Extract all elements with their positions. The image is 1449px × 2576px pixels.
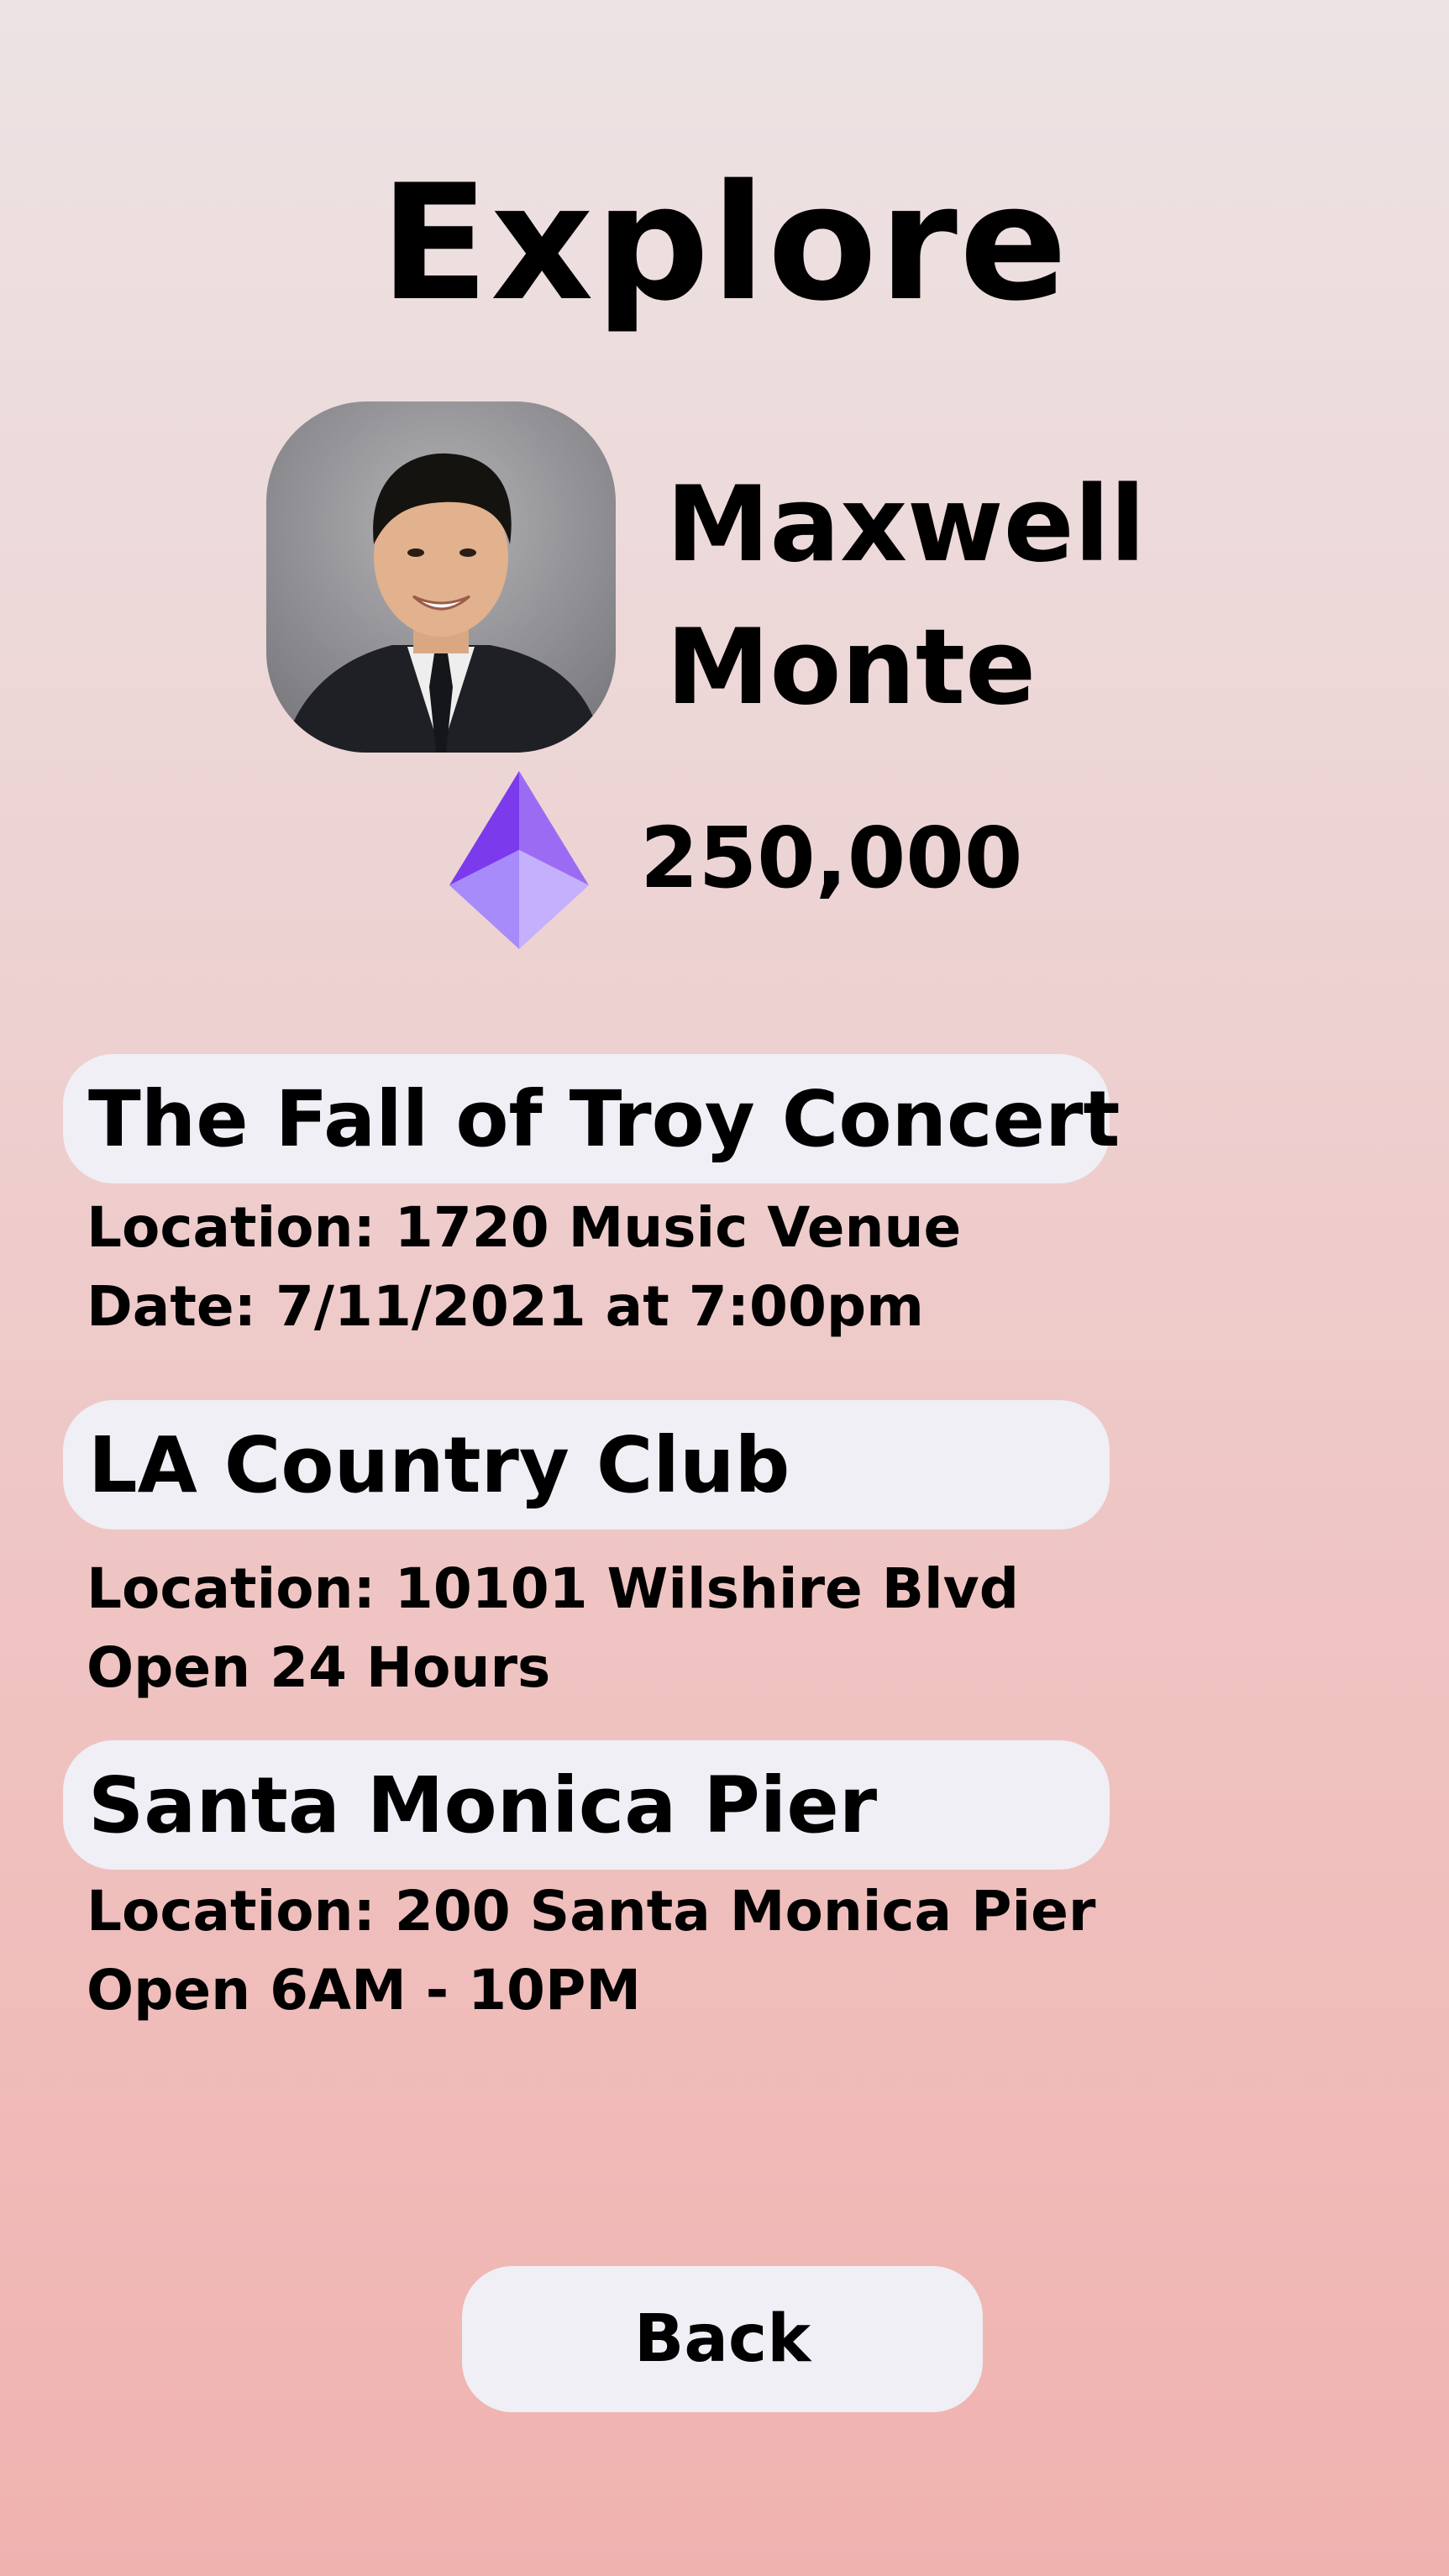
place-hours: Open 24 Hours	[87, 1635, 551, 1700]
place-title-button[interactable]: LA Country Club	[63, 1400, 1110, 1529]
user-last-name: Monte	[666, 607, 1037, 728]
place-details: Location: 10101 Wilshire Blvd Open 24 Ho…	[87, 1550, 1019, 1708]
place-details: Location: 1720 Music Venue Date: 7/11/20…	[87, 1188, 961, 1346]
place-location: Location: 1720 Music Venue	[87, 1195, 962, 1260]
place-location: Location: 10101 Wilshire Blvd	[87, 1556, 1019, 1621]
place-details: Location: 200 Santa Monica Pier Open 6AM…	[87, 1872, 1095, 2030]
avatar	[266, 401, 616, 753]
user-first-name: Maxwell	[666, 464, 1146, 585]
back-button[interactable]: Back	[462, 2266, 983, 2412]
user-name: Maxwell Monte	[666, 454, 1146, 739]
ethereum-diamond-icon	[449, 771, 589, 949]
page-title: Explore	[380, 150, 1069, 336]
place-title-button[interactable]: The Fall of Troy Concert	[63, 1054, 1120, 1183]
place-location: Location: 200 Santa Monica Pier	[87, 1879, 1096, 1944]
token-balance: 250,000	[640, 809, 1023, 907]
avatar-photo	[266, 401, 616, 753]
place-title-button[interactable]: Santa Monica Pier	[63, 1740, 1110, 1870]
place-hours: Open 6AM - 10PM	[87, 1958, 641, 2023]
place-date: Date: 7/11/2021 at 7:00pm	[87, 1274, 924, 1339]
